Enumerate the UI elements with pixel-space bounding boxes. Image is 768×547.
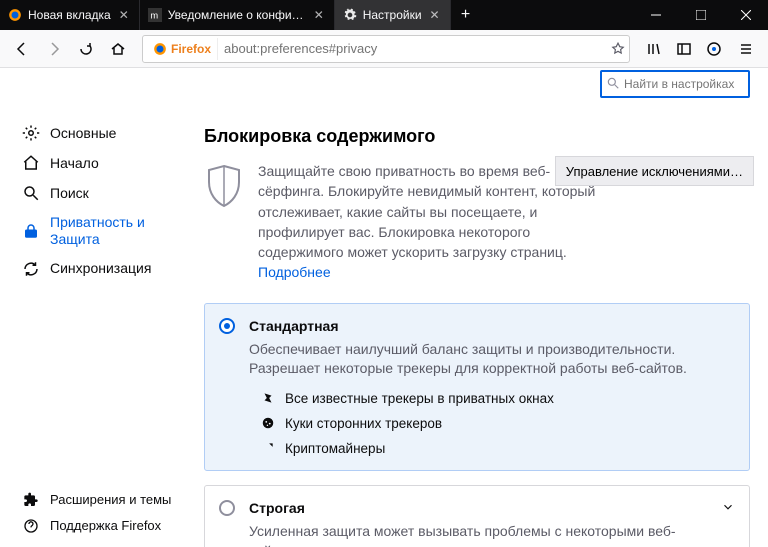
reload-button[interactable] <box>72 35 100 63</box>
home-icon <box>22 154 40 172</box>
sidebar-item-search[interactable]: Поиск <box>14 178 180 208</box>
sidebar-button[interactable] <box>670 35 698 63</box>
sidebar-item-support[interactable]: Поддержка Firefox <box>14 513 190 539</box>
option-strict[interactable]: Строгая Усиленная защита может вызывать … <box>204 485 750 547</box>
urlbar[interactable]: Firefox about:preferences#privacy <box>142 35 630 63</box>
lock-icon <box>22 222 40 240</box>
sidebar-label: Основные <box>50 125 116 142</box>
feature-item: Криптомайнеры <box>261 441 733 456</box>
close-icon[interactable]: ✕ <box>428 8 442 22</box>
sidebar-item-general[interactable]: Основные <box>14 118 180 148</box>
sidebar-item-extensions[interactable]: Расширения и темы <box>14 487 190 513</box>
home-button[interactable] <box>104 35 132 63</box>
tab-label: Настройки <box>363 8 422 22</box>
gear-icon <box>343 8 357 22</box>
tab-new[interactable]: Новая вкладка ✕ <box>0 0 140 30</box>
puzzle-icon <box>22 491 40 509</box>
sync-icon <box>22 260 40 278</box>
new-tab-button[interactable]: + <box>451 0 481 30</box>
option-standard[interactable]: Стандартная Обеспечивает наилучший балан… <box>204 303 750 471</box>
cookie-icon <box>261 416 275 430</box>
tracker-icon <box>261 391 275 405</box>
sidebar-item-privacy[interactable]: Приватность и Защита <box>14 208 180 254</box>
search-icon <box>606 76 620 90</box>
feature-label: Криптомайнеры <box>285 441 385 456</box>
close-icon[interactable]: ✕ <box>117 8 131 22</box>
svg-text:m: m <box>150 11 158 21</box>
radio-strict[interactable] <box>219 500 235 516</box>
maximize-button[interactable] <box>678 0 723 30</box>
forward-button[interactable] <box>40 35 68 63</box>
option-title: Строгая <box>249 500 733 516</box>
preferences-sidebar: Основные Начало Поиск Приватность и Защи… <box>0 68 180 547</box>
back-button[interactable] <box>8 35 36 63</box>
identity-box[interactable]: Firefox <box>147 38 218 60</box>
sidebar-label: Поиск <box>50 185 89 202</box>
close-icon[interactable]: ✕ <box>312 8 326 22</box>
section-description: Защищайте свою приватность во время веб-… <box>258 161 598 262</box>
sidebar-label: Расширения и темы <box>50 492 171 508</box>
manage-exceptions-button[interactable]: Управление исключениями… <box>555 156 754 186</box>
gear-icon <box>22 124 40 142</box>
sidebar-label: Синхронизация <box>50 260 151 277</box>
option-description: Обеспечивает наилучший баланс защиты и п… <box>249 340 733 379</box>
tab-label: Уведомление о конфиденциа <box>168 8 306 22</box>
titlebar: Новая вкладка ✕ m Уведомление о конфиден… <box>0 0 768 30</box>
radio-standard[interactable] <box>219 318 235 334</box>
toolbar: Firefox about:preferences#privacy <box>0 30 768 68</box>
search-input[interactable] <box>600 70 750 98</box>
tab-label: Новая вкладка <box>28 8 111 22</box>
identity-label: Firefox <box>171 42 211 56</box>
menu-button[interactable] <box>732 35 760 63</box>
bookmark-star-icon[interactable] <box>611 42 625 56</box>
library-button[interactable] <box>640 35 668 63</box>
sidebar-item-home[interactable]: Начало <box>14 148 180 178</box>
option-description: Усиленная защита может вызывать проблемы… <box>249 522 733 547</box>
firefox-icon <box>153 42 167 56</box>
chevron-down-icon[interactable] <box>721 500 735 514</box>
section-heading: Блокировка содержимого <box>204 126 750 147</box>
url-text: about:preferences#privacy <box>224 41 605 56</box>
feature-label: Куки сторонних трекеров <box>285 416 442 431</box>
search-icon <box>22 184 40 202</box>
sidebar-label: Поддержка Firefox <box>50 518 161 534</box>
sidebar-item-sync[interactable]: Синхронизация <box>14 254 180 284</box>
help-icon <box>22 517 40 535</box>
feature-label: Все известные трекеры в приватных окнах <box>285 391 554 406</box>
sidebar-label: Начало <box>50 155 99 172</box>
tab-notice[interactable]: m Уведомление о конфиденциа ✕ <box>140 0 335 30</box>
tab-favicon: m <box>148 8 162 22</box>
minimize-button[interactable] <box>633 0 678 30</box>
tab-settings[interactable]: Настройки ✕ <box>335 0 451 30</box>
learn-more-link[interactable]: Подробнее <box>258 262 598 282</box>
cryptominer-icon <box>261 441 275 455</box>
sidebar-label: Приватность и Защита <box>50 214 172 248</box>
shield-icon <box>204 163 244 283</box>
option-title: Стандартная <box>249 318 733 334</box>
close-window-button[interactable] <box>723 0 768 30</box>
feature-item: Куки сторонних трекеров <box>261 416 733 431</box>
firefox-icon <box>8 8 22 22</box>
preferences-main: Блокировка содержимого Управление исключ… <box>180 68 768 547</box>
feature-item: Все известные трекеры в приватных окнах <box>261 391 733 406</box>
extensions-button[interactable] <box>700 35 728 63</box>
